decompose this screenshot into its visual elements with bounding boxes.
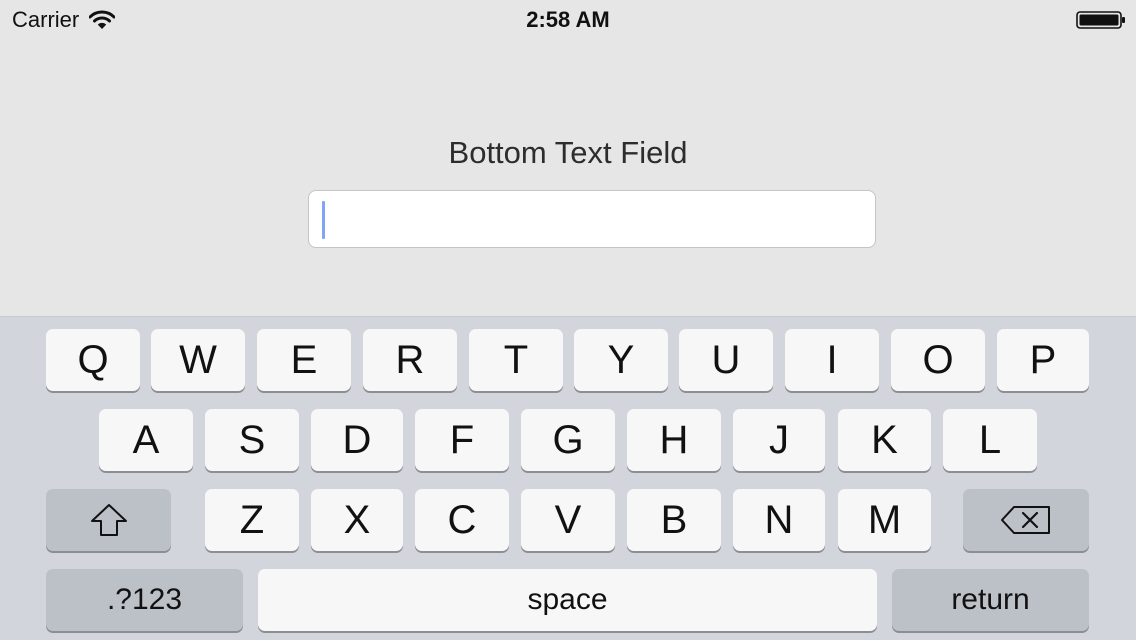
key-q[interactable]: Q bbox=[46, 329, 140, 391]
battery-full-icon bbox=[1076, 11, 1125, 29]
keyboard: Q W E R T Y U I O P A S D F G H J K L Z … bbox=[0, 316, 1136, 640]
key-b[interactable]: B bbox=[627, 489, 721, 551]
key-l[interactable]: L bbox=[943, 409, 1037, 471]
key-i[interactable]: I bbox=[785, 329, 879, 391]
key-t[interactable]: T bbox=[469, 329, 563, 391]
key-w[interactable]: W bbox=[151, 329, 245, 391]
field-label: Bottom Text Field bbox=[448, 135, 688, 170]
key-p[interactable]: P bbox=[997, 329, 1089, 391]
shift-arrow-icon bbox=[90, 504, 127, 536]
key-o[interactable]: O bbox=[891, 329, 985, 391]
key-j[interactable]: J bbox=[733, 409, 825, 471]
text-cursor bbox=[322, 201, 325, 239]
key-a[interactable]: A bbox=[99, 409, 193, 471]
key-r[interactable]: R bbox=[363, 329, 457, 391]
key-e[interactable]: E bbox=[257, 329, 351, 391]
key-n[interactable]: N bbox=[733, 489, 825, 551]
key-s[interactable]: S bbox=[205, 409, 299, 471]
status-bar: Carrier 2:58 AM bbox=[0, 0, 1136, 40]
key-m[interactable]: M bbox=[838, 489, 931, 551]
key-h[interactable]: H bbox=[627, 409, 721, 471]
bottom-text-field[interactable] bbox=[308, 190, 876, 248]
delete-backspace-icon bbox=[1001, 506, 1050, 534]
return-key[interactable]: return bbox=[892, 569, 1089, 631]
key-f[interactable]: F bbox=[415, 409, 509, 471]
key-x[interactable]: X bbox=[311, 489, 403, 551]
key-v[interactable]: V bbox=[521, 489, 615, 551]
key-u[interactable]: U bbox=[679, 329, 773, 391]
key-k[interactable]: K bbox=[838, 409, 931, 471]
key-d[interactable]: D bbox=[311, 409, 403, 471]
delete-key[interactable] bbox=[963, 489, 1089, 551]
space-key[interactable]: space bbox=[258, 569, 877, 631]
key-y[interactable]: Y bbox=[574, 329, 668, 391]
key-g[interactable]: G bbox=[521, 409, 615, 471]
shift-key[interactable] bbox=[46, 489, 171, 551]
key-z[interactable]: Z bbox=[205, 489, 299, 551]
status-time: 2:58 AM bbox=[526, 7, 610, 32]
numbers-key[interactable]: .?123 bbox=[46, 569, 243, 631]
key-c[interactable]: C bbox=[415, 489, 509, 551]
